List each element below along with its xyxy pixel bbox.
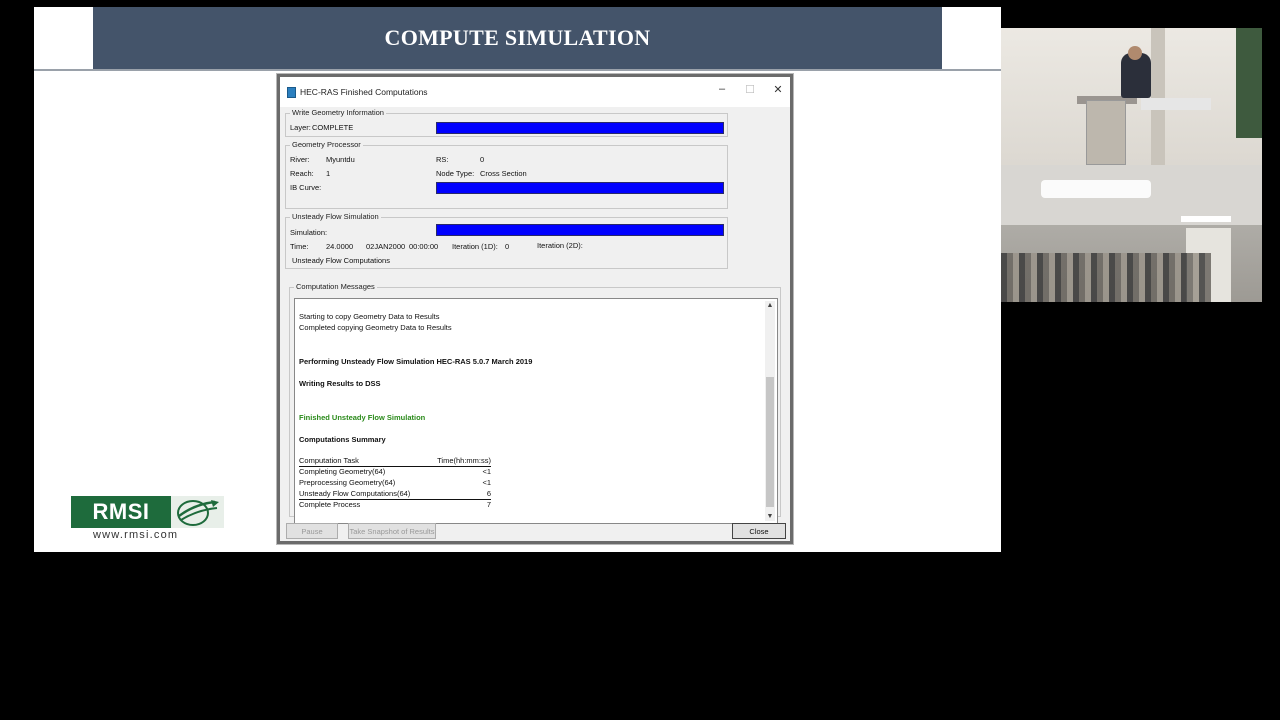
summary-time-header: Time(hh:mm:ss) [437, 456, 491, 465]
summary-time: 6 [486, 489, 491, 498]
summary-task: Unsteady Flow Computations(64) [299, 489, 411, 498]
summary-time: <1 [482, 467, 491, 476]
geometry-processor-label: Geometry Processor [290, 140, 363, 149]
desk [1141, 98, 1211, 110]
take-snapshot-button[interactable]: Take Snapshot of Results [348, 523, 436, 539]
iteration-1d-value: 0 [505, 242, 510, 251]
ceiling-light [1181, 216, 1231, 222]
logo-url: www.rmsi.com [93, 529, 179, 541]
pause-button[interactable]: Pause [286, 523, 338, 539]
finished-message: Finished Unsteady Flow Simulation [299, 413, 426, 422]
messages-scrollbar[interactable]: ▲ ▼ [765, 301, 775, 521]
slide-title: COMPUTE SIMULATION [384, 25, 651, 50]
maximize-button[interactable]: ☐ [744, 83, 756, 96]
layer-label: Layer: [290, 123, 311, 132]
iteration-1d-label: Iteration (1D): [452, 242, 498, 251]
reach-label: Reach: [290, 169, 314, 178]
simulation-progress-bar [436, 224, 724, 236]
close-button[interactable]: Close [732, 523, 786, 539]
scroll-down-icon[interactable]: ▼ [765, 513, 775, 520]
node-type-label: Node Type: [436, 169, 475, 178]
iteration-2d-label: Iteration (2D): [537, 241, 583, 250]
computation-messages-group: Computation Messages Starting to copy Ge… [289, 282, 781, 524]
minimize-button[interactable]: – [716, 83, 728, 96]
river-label: River: [290, 155, 310, 164]
summary-task-header: Computation Task [299, 456, 359, 465]
summary-task: Preprocessing Geometry(64) [299, 478, 396, 487]
camera-feed [1001, 28, 1262, 302]
time-label: Time: [290, 242, 309, 251]
message-line: Completed copying Geometry Data to Resul… [299, 323, 452, 332]
unsteady-flow-label: Unsteady Flow Simulation [290, 212, 381, 221]
message-line: Computations Summary [299, 435, 386, 444]
summary-row: Complete Process 7 [299, 500, 491, 511]
rs-label: RS: [436, 155, 449, 164]
close-window-button[interactable]: ✕ [772, 83, 784, 96]
wall-pillar [1151, 28, 1165, 165]
ib-curve-label: IB Curve: [290, 183, 322, 192]
slide-title-bar: COMPUTE SIMULATION [93, 7, 942, 69]
layer-value: COMPLETE [312, 123, 354, 132]
unsteady-flow-group: Unsteady Flow Simulation Simulation: Tim… [285, 212, 728, 269]
summary-row: Completing Geometry(64) <1 [299, 467, 491, 478]
summary-time: <1 [482, 478, 491, 487]
write-geometry-progress-bar [436, 122, 724, 134]
summary-task: Completing Geometry(64) [299, 467, 386, 476]
geometry-processor-progress-bar [436, 182, 724, 194]
rmsi-logo: RMSI www.rmsi.com [71, 496, 224, 544]
speaker-head [1128, 46, 1142, 60]
write-geometry-label: Write Geometry Information [290, 108, 386, 117]
write-geometry-group: Write Geometry Information Layer: COMPLE… [285, 108, 728, 137]
message-line: Starting to copy Geometry Data to Result… [299, 312, 440, 321]
computation-messages-label: Computation Messages [294, 282, 377, 291]
title-divider [34, 69, 1001, 71]
summary-row: Unsteady Flow Computations(64) 6 [299, 489, 491, 500]
audience-rows [1001, 253, 1211, 302]
scroll-up-icon[interactable]: ▲ [765, 302, 775, 309]
unsteady-status-text: Unsteady Flow Computations [292, 256, 390, 265]
logo-text: RMSI [71, 496, 171, 528]
hec-ras-finished-dialog: HEC-RAS Finished Computations – ☐ ✕ Writ… [277, 74, 793, 544]
river-value: Myuntdu [326, 155, 355, 164]
reach-value: 1 [326, 169, 331, 178]
summary-header-row: Computation Task Time(hh:mm:ss) [299, 456, 491, 467]
messages-textbox[interactable]: Starting to copy Geometry Data to Result… [294, 298, 778, 524]
simulation-label: Simulation: [290, 228, 328, 237]
time-value: 24.0000 [326, 242, 354, 251]
dialog-title: HEC-RAS Finished Computations [300, 87, 428, 97]
summary-row: Preprocessing Geometry(64) <1 [299, 478, 491, 489]
globe-icon [171, 496, 224, 528]
app-icon [287, 86, 296, 98]
date-value: 02JAN2000 [366, 242, 406, 251]
dialog-titlebar[interactable]: HEC-RAS Finished Computations – ☐ ✕ [280, 77, 790, 107]
rs-value: 0 [480, 155, 485, 164]
node-type-value: Cross Section [480, 169, 527, 178]
message-line: Performing Unsteady Flow Simulation HEC-… [299, 357, 533, 366]
green-door [1236, 28, 1262, 138]
scroll-thumb[interactable] [766, 377, 774, 507]
podium [1086, 100, 1126, 165]
message-line: Writing Results to DSS [299, 379, 381, 388]
summary-time: 7 [486, 500, 491, 509]
ceiling-light [1041, 180, 1151, 198]
clock-value: 00:00:00 [409, 242, 439, 251]
summary-task: Complete Process [299, 500, 361, 509]
geometry-processor-group: Geometry Processor River: Myuntdu RS: 0 … [285, 140, 728, 209]
